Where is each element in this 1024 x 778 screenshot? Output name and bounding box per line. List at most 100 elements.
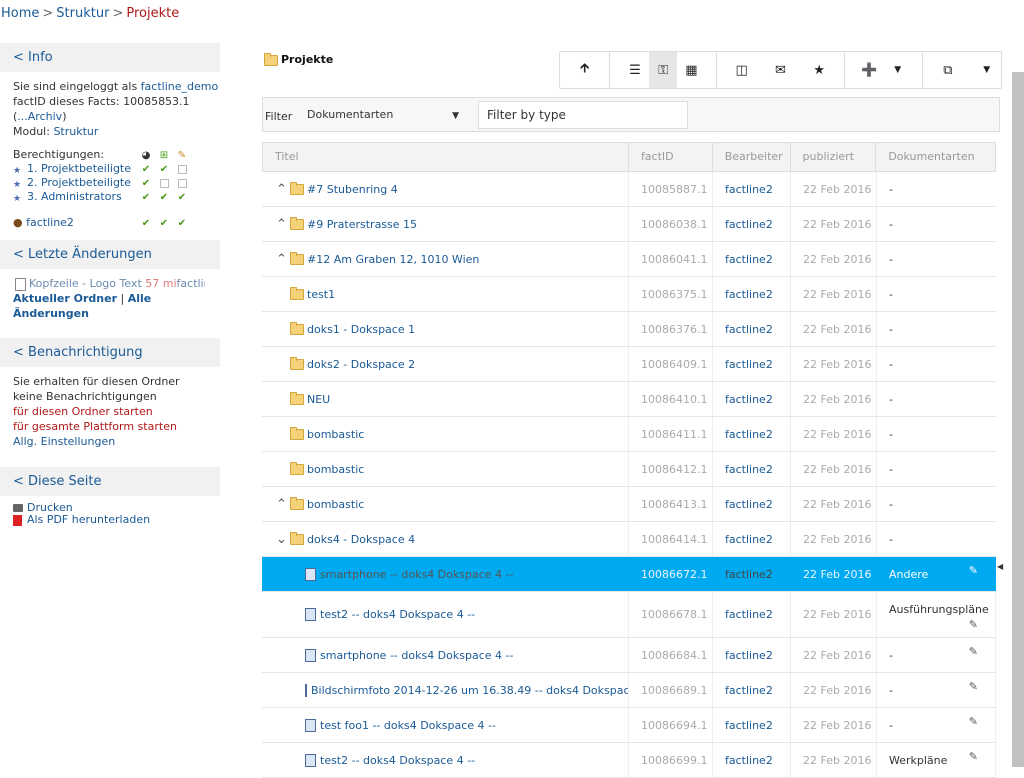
changes-section-header[interactable]: < Letzte Änderungen xyxy=(0,240,220,269)
document-link[interactable]: smartphone -- doks4 Dokspace 4 -- xyxy=(320,649,513,662)
table-row[interactable]: ⌃ #7 Stubenring 4 10085887.1 factline2 22 Fe… xyxy=(262,172,996,207)
document-link[interactable]: test2 -- doks4 Dokspace 4 -- xyxy=(320,608,475,621)
table-row[interactable]: NEU 10086410.1 factline2 22 Feb 2016- xyxy=(262,382,996,417)
permission-granted-icon[interactable]: ✔ xyxy=(137,163,155,177)
permission-granted-icon[interactable]: ✔ xyxy=(173,217,191,231)
permission-group-link[interactable]: 1. Projektbeteiligte Intern xyxy=(27,162,131,175)
folder-link[interactable]: #12 Am Graben 12, 1010 Wien xyxy=(307,253,479,266)
general-settings-link[interactable]: Allg. Einstellungen xyxy=(13,434,220,449)
add-circle-icon[interactable]: ➕ xyxy=(855,52,883,88)
editor-link[interactable]: factline2 xyxy=(713,277,791,311)
editor-link[interactable]: factline2 xyxy=(713,487,791,521)
permission-granted-icon[interactable]: ✔ xyxy=(137,217,155,231)
permission-group-link[interactable]: 3. Administrators xyxy=(27,190,122,203)
editor-link[interactable]: factline2 xyxy=(713,242,791,276)
document-link[interactable]: Bildschirmfoto 2014-12-26 um 16.38.49 --… xyxy=(311,684,628,697)
permission-user-link[interactable]: factline2 xyxy=(26,216,74,229)
archiv-link[interactable]: ...Archiv xyxy=(17,110,62,123)
grid-view-icon[interactable]: ▦ xyxy=(677,52,705,88)
chevron-down-icon[interactable]: ⌄ xyxy=(276,532,287,547)
table-row[interactable]: bombastic 10086412.1 factline2 22 Feb 2016- xyxy=(262,452,996,487)
vertical-scrollbar[interactable] xyxy=(1012,72,1024,767)
copy-icon[interactable]: ⧉ xyxy=(934,52,962,88)
recent-change-item[interactable]: Kopfzeile - Logo Text 57 mifactline2 xyxy=(15,276,205,291)
table-row[interactable]: bombastic 10086411.1 factline2 22 Feb 2016- xyxy=(262,417,996,452)
table-row[interactable]: ⌃ #9 Praterstrasse 15 10086038.1 factline2 2… xyxy=(262,207,996,242)
mail-icon[interactable]: ✉ xyxy=(766,52,794,88)
breadcrumb-struktur[interactable]: Struktur xyxy=(56,6,109,21)
folder-link[interactable]: bombastic xyxy=(307,428,364,441)
more-dropdown-chevron-icon[interactable]: ▼ xyxy=(973,52,1001,88)
current-folder-link[interactable]: Aktueller Ordner xyxy=(13,292,117,305)
editor-link[interactable]: factline2 xyxy=(713,172,791,206)
chevron-up-icon[interactable]: ⌃ xyxy=(276,497,287,512)
table-row[interactable]: ⌄ doks4 - Dokspace 4 10086414.1 factline2 22… xyxy=(262,522,996,557)
permission-empty-icon[interactable] xyxy=(173,163,191,177)
chevron-up-icon[interactable]: ⌃ xyxy=(276,252,287,267)
doc-type-select[interactable]: Dokumentarten ▼ xyxy=(307,103,467,127)
edit-icon[interactable]: ✎ xyxy=(969,680,978,693)
chevron-up-icon[interactable]: ⌃ xyxy=(276,182,287,197)
edit-icon[interactable]: ✎ xyxy=(969,618,978,631)
edit-icon[interactable]: ✎ xyxy=(969,564,978,577)
folder-link[interactable]: doks2 - Dokspace 2 xyxy=(307,358,415,371)
permission-empty-icon[interactable] xyxy=(155,177,173,191)
this-page-section-header[interactable]: < Diese Seite xyxy=(0,467,220,496)
panel-collapse-icon[interactable]: ◀ xyxy=(997,562,1003,571)
table-row[interactable]: doks2 - Dokspace 2 10086409.1 factline2 22 … xyxy=(262,347,996,382)
folder-link[interactable]: doks1 - Dokspace 1 xyxy=(307,323,415,336)
table-row[interactable]: test1 10086375.1 factline2 22 Feb 2016- xyxy=(262,277,996,312)
table-row[interactable]: ⌃ #12 Am Graben 12, 1010 Wien 10086041.1 fa… xyxy=(262,242,996,277)
column-header-editor[interactable]: Bearbeiter xyxy=(713,143,791,171)
editor-link[interactable]: factline2 xyxy=(713,557,791,591)
permission-granted-icon[interactable]: ✔ xyxy=(137,177,155,191)
document-link[interactable]: test foo1 -- doks4 Dokspace 4 -- xyxy=(320,719,496,732)
breadcrumb-home[interactable]: Home xyxy=(1,6,39,21)
split-view-icon[interactable]: ◫ xyxy=(728,52,756,88)
document-link[interactable]: smartphone -- doks4 Dokspace 4 -- xyxy=(320,568,513,581)
column-header-doctypes[interactable]: Dokumentarten xyxy=(876,143,995,171)
up-arrow-icon[interactable]: 🡱 xyxy=(571,52,599,88)
folder-link[interactable]: test1 xyxy=(307,288,335,301)
notification-section-header[interactable]: < Benachrichtigung xyxy=(0,338,220,367)
folder-link[interactable]: NEU xyxy=(307,393,330,406)
permission-empty-icon[interactable] xyxy=(173,177,191,191)
recent-change-name[interactable]: Kopfzeile - Logo Text xyxy=(29,277,142,290)
permission-granted-icon[interactable]: ✔ xyxy=(155,163,173,177)
permission-granted-icon[interactable]: ✔ xyxy=(155,217,173,231)
table-row[interactable]: smartphone -- doks4 Dokspace 4 -- 1008668… xyxy=(262,638,996,673)
editor-link[interactable]: factline2 xyxy=(713,417,791,451)
document-link[interactable]: test2 -- doks4 Dokspace 4 -- xyxy=(320,754,475,767)
editor-link[interactable]: factline2 xyxy=(713,347,791,381)
editor-link[interactable]: factline2 xyxy=(713,522,791,556)
editor-link[interactable]: factline2 xyxy=(713,708,791,742)
info-section-header[interactable]: < Info xyxy=(0,43,220,72)
editor-link[interactable]: factline2 xyxy=(713,207,791,241)
table-row[interactable]: ⌃ bombastic 10086413.1 factline2 22 Feb 2016… xyxy=(262,487,996,522)
table-row[interactable]: test2 -- doks4 Dokspace 4 -- 10086678.1 fa… xyxy=(262,592,996,638)
edit-icon[interactable]: ✎ xyxy=(969,645,978,658)
modul-link[interactable]: Struktur xyxy=(53,125,98,138)
column-header-title[interactable]: Titel xyxy=(263,143,629,171)
star-icon[interactable]: ★ xyxy=(805,52,833,88)
editor-link[interactable]: factline2 xyxy=(713,312,791,346)
column-header-factid[interactable]: factID xyxy=(629,143,713,171)
table-row[interactable]: test2 -- doks4 Dokspace 4 -- 10086699.1 fa… xyxy=(262,743,996,778)
chevron-up-icon[interactable]: ⌃ xyxy=(276,217,287,232)
start-platform-notification-link[interactable]: für gesamte Plattform starten xyxy=(13,419,220,434)
tree-view-icon[interactable]: ⚿ xyxy=(649,52,678,88)
editor-link[interactable]: factline2 xyxy=(713,638,791,672)
editor-link[interactable]: factline2 xyxy=(713,743,791,777)
editor-link[interactable]: factline2 xyxy=(713,382,791,416)
column-header-published[interactable]: publiziert xyxy=(791,143,877,171)
edit-icon[interactable]: ✎ xyxy=(969,715,978,728)
table-row[interactable]: doks1 - Dokspace 1 10086376.1 factline2 22 … xyxy=(262,312,996,347)
table-row[interactable]: test foo1 -- doks4 Dokspace 4 -- 10086694… xyxy=(262,708,996,743)
filter-type-input[interactable] xyxy=(478,101,688,129)
permission-granted-icon[interactable]: ✔ xyxy=(137,191,155,205)
edit-icon[interactable]: ✎ xyxy=(969,750,978,763)
list-view-icon[interactable]: ☰ xyxy=(621,52,649,88)
permission-group-link[interactable]: 2. Projektbeteiligte Extern xyxy=(27,176,131,189)
folder-link[interactable]: #7 Stubenring 4 xyxy=(307,183,398,196)
editor-link[interactable]: factline2 xyxy=(713,452,791,486)
